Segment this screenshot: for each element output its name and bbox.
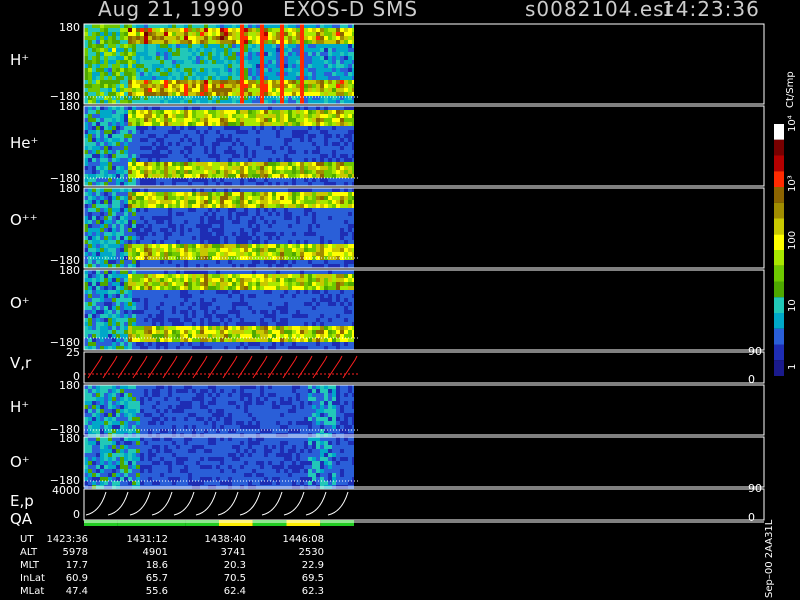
colorbar-swatch [774,281,784,298]
footer-value: 47.4 [66,586,88,597]
footer-row-label: UT [20,534,34,545]
right-axis-bottom: 0 [748,373,755,386]
spectrogram-figure: H⁺ He⁺ O⁺⁺ O⁺ V,r H⁺ O⁺ E,p QA 180 −180 … [10,21,798,598]
ytick-top: 180 [59,432,80,445]
qa-segment [219,520,253,526]
right-axis-top: 90 [748,482,762,495]
qa-segment [320,520,354,526]
ytick-top: 4000 [52,484,80,497]
colorbar-tick: 10 [787,299,798,312]
colorbar-tick: 1 [787,364,798,370]
footer-value: 65.7 [146,573,168,584]
panel-label-he-plus: He⁺ [10,134,38,152]
footer-row-label: MLT [20,560,40,571]
footer-value: 5978 [63,547,88,558]
colorbar-swatch [774,139,784,156]
colorbar-swatch [774,124,784,140]
footer-value: 22.9 [302,560,324,571]
qa-segment [151,520,186,526]
ytick-bottom: 0 [73,508,80,521]
right-axis-bottom: 0 [748,511,755,524]
ytick-top: 180 [59,100,80,113]
colorbar-swatch [774,155,784,172]
qa-bar [84,520,354,526]
footer-value: 55.6 [146,586,168,597]
right-axis-top: 90 [748,345,762,358]
colorbar-swatch [774,187,784,203]
energy-trace [85,491,349,516]
qa-segment [117,520,152,526]
footer-row-label: InLat [20,573,45,584]
panel-label-o-plus: O⁺ [10,294,30,312]
panel-label-o-plus-plus: O⁺⁺ [10,211,38,229]
ytick-top: 180 [59,182,80,195]
footer-value: 20.3 [224,560,246,571]
panel-label-v-r: V,r [10,354,32,372]
footer-row-label: MLat [20,586,44,597]
velocity-trace [87,355,358,379]
spectrogram-cells [84,24,354,489]
colorbar-swatch [774,360,784,376]
footer-values: 1423:36 5978 17.7 60.9 47.4 1431:12 4901 18.6 65… [46,534,324,597]
version-label: Sep–00 2AA31L [764,519,775,598]
colorbar-swatch [774,265,784,282]
panel-label-qa: QA [10,510,33,528]
colorbar [774,124,784,376]
ytick-top: 25 [66,346,80,359]
colorbar-swatch [774,344,784,361]
footer-row-labels: UT ALT MLT InLat MLat [20,534,45,597]
footer-value: 62.3 [302,586,324,597]
ytick-top: 180 [59,21,80,34]
colorbar-swatch [774,250,784,266]
colorbar-swatch [774,297,784,313]
footer-value: 17.7 [66,560,88,571]
footer-value: 1431:12 [126,534,168,545]
qa-segment [84,520,118,526]
colorbar-tick: 10³ [787,175,798,192]
qa-segment [185,520,219,526]
colorbar-swatch [774,328,784,345]
qa-segment [252,520,287,526]
panel-label-h-plus: H⁺ [10,51,29,69]
qa-segment [286,520,321,526]
panel-frame [83,351,765,384]
footer-value: 62.4 [224,586,246,597]
colorbar-ticks: 1 10 100 10³ 10⁴ [787,115,798,370]
footer-value: 2530 [299,547,324,558]
footer-value: 1446:08 [282,534,324,545]
footer-value: 69.5 [302,573,324,584]
footer-value: 70.5 [224,573,246,584]
colorbar-swatch [774,202,784,219]
footer-value: 18.6 [146,560,168,571]
footer-value: 1438:40 [204,534,246,545]
footer-value: 1423:36 [46,534,88,545]
colorbar-tick: 10⁴ [787,115,798,132]
panel-label-o-plus-2: O⁺ [10,453,30,471]
colorbar-swatch [774,218,784,235]
ytick-top: 180 [59,379,80,392]
panel-label-e-p: E,p [10,492,34,510]
ytick-top: 180 [59,264,80,277]
colorbar-swatch [774,171,784,187]
footer-value: 3741 [221,547,246,558]
footer-value: 60.9 [66,573,88,584]
footer-value: 4901 [143,547,168,558]
colorbar-swatch [774,313,784,329]
colorbar-unit: Ct/Smp [785,71,796,108]
colorbar-tick: 100 [787,231,798,250]
colorbar-swatch [774,234,784,250]
panel-label-h-plus-2: H⁺ [10,398,29,416]
footer-row-label: ALT [20,547,38,558]
panel-frame [83,488,765,521]
